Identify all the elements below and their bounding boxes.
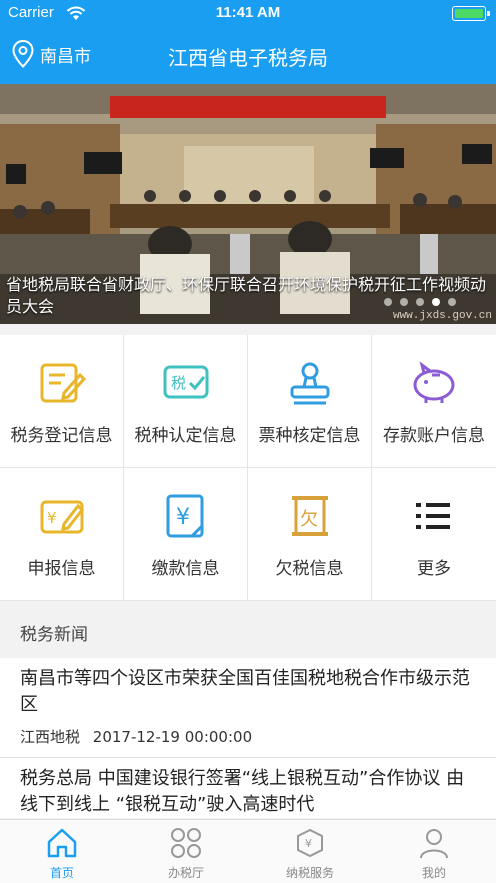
tab-label: 办税厅 [167,866,204,880]
grid-item-label: 更多 [417,558,451,579]
grid-item-label: 欠税信息 [275,558,344,579]
svg-text:税: 税 [171,374,186,392]
declare-icon: ¥ [36,490,88,542]
carousel-dots [384,298,456,306]
home-icon [47,828,77,858]
stamp-icon [284,357,336,409]
svg-text:¥: ¥ [47,509,57,527]
grid-circles-icon [171,828,201,858]
news-date: 2017-12-19 00:00:00 [92,728,253,746]
carousel-dot[interactable] [416,298,424,306]
grid-item-deposit-account[interactable]: 存款账户信息 [372,335,496,468]
grid-item-payment[interactable]: ¥ 缴款信息 [124,468,248,601]
news-section-title: 税务新闻 [20,625,88,645]
news-list: 南昌市等四个设区市荣获全国百佳国税地税合作市级示范区 江西地税 2017-12-… [0,658,496,818]
function-grid: 税务登记信息 税 税种认定信息 票种核定信息 存款账户信息 ¥ 申报信息 ¥ 缴… [0,335,496,601]
carousel-dot[interactable] [384,298,392,306]
tab-label: 首页 [49,866,74,880]
more-list-icon [408,490,460,542]
grid-item-label: 税种认定信息 [134,425,237,446]
piggy-bank-icon [408,357,460,409]
tax-check-icon: 税 [160,357,212,409]
grid-item-label: 票种核定信息 [258,425,361,446]
page-title: 江西省电子税务局 [168,46,328,70]
tab-label: 我的 [421,866,446,880]
tax-service-icon: ¥ [297,828,323,858]
news-title: 税务总局 中国建设银行签署“线上银税互动”合作协议 由线下到线上 “银税互动”驶… [20,768,465,815]
tab-tax-hall[interactable]: 办税厅 [124,820,248,883]
grid-item-arrears[interactable]: 欠 欠税信息 [248,468,372,601]
clock: 11:41 AM [215,4,281,21]
grid-item-tax-type[interactable]: 税 税种认定信息 [124,335,248,468]
news-source: 江西地税 [20,728,81,746]
user-icon [420,829,448,859]
grid-item-tax-registration[interactable]: 税务登记信息 [0,335,124,468]
news-title: 南昌市等四个设区市荣获全国百佳国税地税合作市级示范区 [20,668,470,715]
arrears-scroll-icon: 欠 [284,490,336,542]
tab-mine[interactable]: 我的 [372,820,496,883]
news-item[interactable]: 南昌市等四个设区市荣获全国百佳国税地税合作市级示范区 江西地税 2017-12-… [0,658,496,758]
grid-item-invoice-type[interactable]: 票种核定信息 [248,335,372,468]
grid-item-declaration[interactable]: ¥ 申报信息 [0,468,124,601]
tab-label: 纳税服务 [285,866,334,880]
carousel-dot[interactable] [448,298,456,306]
news-item[interactable]: 税务总局 中国建设银行签署“线上银税互动”合作协议 由线下到线上 “银税互动”驶… [0,758,496,818]
svg-text:欠: 欠 [300,509,318,530]
banner-watermark: www.jxds.gov.cn [392,310,492,322]
carousel-dot[interactable] [432,298,440,306]
svg-text:¥: ¥ [176,505,190,530]
status-bar: Carrier 11:41 AM [0,0,496,28]
grid-item-more[interactable]: 更多 [372,468,496,601]
tab-bar: 首页 办税厅 ¥ 纳税服务 我的 [0,819,496,883]
tab-home[interactable]: 首页 [0,820,124,883]
registration-doc-icon [36,357,88,409]
payment-yen-icon: ¥ [160,490,212,542]
carousel-dot[interactable] [400,298,408,306]
tab-tax-service[interactable]: ¥ 纳税服务 [248,820,372,883]
news-meta: 江西地税 2017-12-19 00:00:00 [20,726,476,757]
grid-item-label: 申报信息 [27,558,96,579]
news-banner[interactable]: 省地税局联合省财政厅、环保厅联合召开环境保护税开征工作视频动员大会 www.jx… [0,84,496,324]
grid-item-label: 税务登记信息 [10,425,113,446]
app-screen: Carrier 11:41 AM 南昌市 江西省电子税务局 省地税局联合省财政厅… [0,0,496,883]
battery-icon [452,6,490,21]
nav-bar: 南昌市 江西省电子税务局 [0,28,496,84]
grid-item-label: 缴款信息 [151,558,220,579]
grid-item-label: 存款账户信息 [383,425,485,446]
news-section-header: 税务新闻 [0,602,496,658]
header: Carrier 11:41 AM 南昌市 江西省电子税务局 [0,0,496,84]
svg-text:¥: ¥ [305,837,312,850]
